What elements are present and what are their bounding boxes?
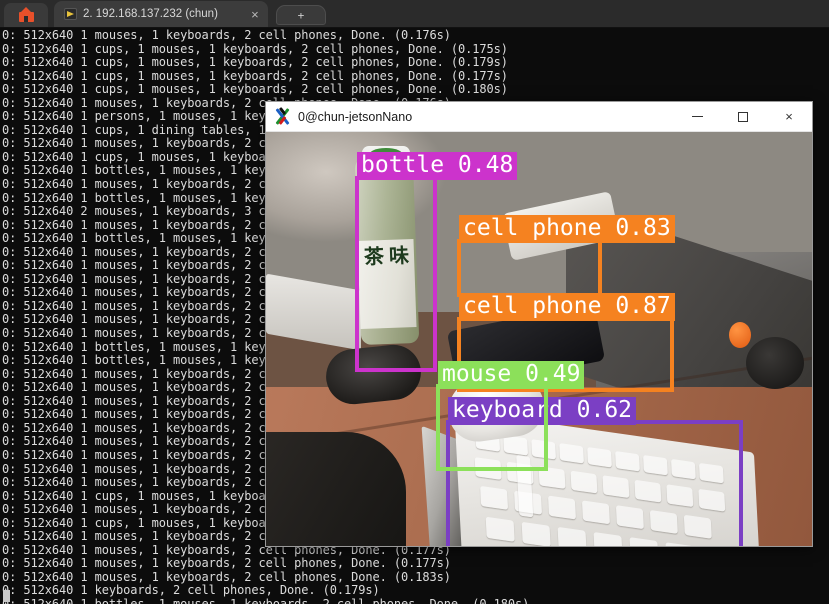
- maximize-button[interactable]: [720, 102, 766, 132]
- detection-box-mouse: mouse 0.49: [436, 361, 585, 471]
- terminal-line: 0: 512x640 1 cups, 1 mouses, 1 keyboards…: [2, 68, 508, 83]
- home-icon: [18, 7, 34, 22]
- home-tab-button[interactable]: [4, 3, 48, 27]
- detection-label-mouse: mouse 0.49: [438, 361, 585, 389]
- close-icon[interactable]: ×: [246, 5, 264, 23]
- tab-ssh-session[interactable]: 2. 192.168.137.232 (chun) ×: [54, 1, 268, 27]
- detection-box-bottle: bottle 0.48: [355, 152, 518, 372]
- terminal-line: 0: 512x640 1 mouses, 1 keyboards, 2 cell…: [2, 28, 451, 42]
- window-title: 0@chun-jetsonNano: [298, 109, 413, 124]
- terminal-cursor: [3, 590, 10, 602]
- terminal-line: 0: 512x640 1 keyboards, 2 cell phones, D…: [2, 583, 380, 598]
- video-preview-window[interactable]: 0@chun-jetsonNano × 茶 味 bottle 0.48 cell…: [265, 101, 813, 547]
- detection-label-cell-phone-2: cell phone 0.87: [459, 293, 675, 321]
- terminal-line: 0: 512x640 1 cups, 1 mouses, 1 keyboards…: [2, 41, 508, 56]
- terminal-line: 0: 512x640 1 mouses, 1 keyboards, 2 cell…: [2, 569, 451, 584]
- window-controls: ×: [674, 102, 812, 132]
- terminal-line: 0: 512x640 1 cups, 1 mouses, 1 keyboards…: [2, 82, 508, 97]
- minimize-button[interactable]: [674, 102, 720, 132]
- scene-shadow: [266, 432, 406, 546]
- scene-dark-object: [746, 337, 804, 389]
- window-title-bar[interactable]: 0@chun-jetsonNano ×: [266, 102, 812, 132]
- terminal-line: 0: 512x640 1 cups, 1 mouses, 1 keyboards…: [2, 55, 508, 70]
- plug-icon: [64, 8, 77, 20]
- detection-label-cell-phone-1: cell phone 0.83: [459, 215, 675, 243]
- new-tab-button[interactable]: +: [275, 5, 326, 25]
- detection-box-cell-phone-1: cell phone 0.83: [457, 215, 675, 297]
- tab-title: 2. 192.168.137.232 (chun): [83, 8, 218, 20]
- x11-logo-icon: [274, 106, 291, 126]
- detection-video-frame[interactable]: 茶 味 bottle 0.48 cell phone 0.83 cell pho…: [266, 132, 812, 546]
- terminal-application: 2. 192.168.137.232 (chun) × + 0: 512x640…: [0, 0, 829, 604]
- tab-bar: 2. 192.168.137.232 (chun) × +: [0, 0, 829, 28]
- terminal-line: 0: 512x640 1 bottles, 1 mouses, 1 keyboa…: [2, 596, 530, 604]
- detection-label-bottle: bottle 0.48: [357, 152, 518, 180]
- terminal-line: 0: 512x640 1 mouses, 1 keyboards, 2 cell…: [2, 556, 451, 571]
- close-button[interactable]: ×: [766, 102, 812, 132]
- scene-orange-ball: [729, 322, 751, 348]
